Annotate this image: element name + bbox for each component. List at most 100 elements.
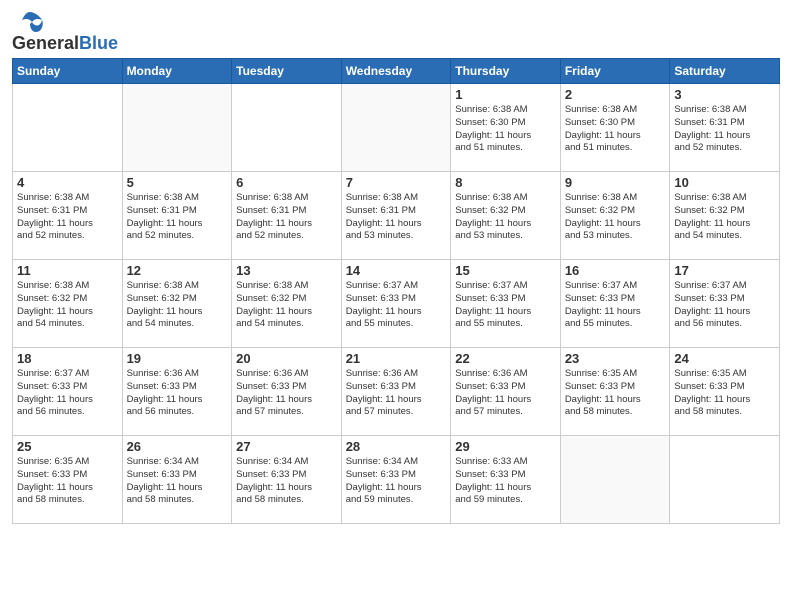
day-info: Sunrise: 6:38 AM Sunset: 6:31 PM Dayligh… xyxy=(17,192,118,243)
calendar-cell: 14 Sunrise: 6:37 AM Sunset: 6:33 PM Dayli… xyxy=(341,260,451,348)
day-info: Sunrise: 6:38 AM Sunset: 6:32 PM Dayligh… xyxy=(236,280,337,331)
week-row-1: 4 Sunrise: 6:38 AM Sunset: 6:31 PM Daylig… xyxy=(13,172,780,260)
day-number: 4 xyxy=(17,175,118,190)
calendar-cell: 6 Sunrise: 6:38 AM Sunset: 6:31 PM Daylig… xyxy=(232,172,342,260)
col-header-thursday: Thursday xyxy=(451,59,561,84)
day-number: 26 xyxy=(127,439,228,454)
day-info: Sunrise: 6:37 AM Sunset: 6:33 PM Dayligh… xyxy=(674,280,775,331)
calendar-cell xyxy=(560,436,670,524)
calendar-page: GeneralBlue SundayMondayTuesdayWednesday… xyxy=(0,0,792,612)
day-number: 23 xyxy=(565,351,666,366)
day-number: 28 xyxy=(346,439,447,454)
day-info: Sunrise: 6:37 AM Sunset: 6:33 PM Dayligh… xyxy=(346,280,447,331)
day-number: 16 xyxy=(565,263,666,278)
col-header-tuesday: Tuesday xyxy=(232,59,342,84)
day-number: 11 xyxy=(17,263,118,278)
calendar-cell: 23 Sunrise: 6:35 AM Sunset: 6:33 PM Dayli… xyxy=(560,348,670,436)
day-info: Sunrise: 6:38 AM Sunset: 6:32 PM Dayligh… xyxy=(455,192,556,243)
day-number: 3 xyxy=(674,87,775,102)
day-info: Sunrise: 6:38 AM Sunset: 6:32 PM Dayligh… xyxy=(17,280,118,331)
day-number: 6 xyxy=(236,175,337,190)
day-number: 17 xyxy=(674,263,775,278)
day-info: Sunrise: 6:38 AM Sunset: 6:31 PM Dayligh… xyxy=(236,192,337,243)
calendar-cell: 9 Sunrise: 6:38 AM Sunset: 6:32 PM Daylig… xyxy=(560,172,670,260)
col-header-saturday: Saturday xyxy=(670,59,780,84)
day-info: Sunrise: 6:37 AM Sunset: 6:33 PM Dayligh… xyxy=(565,280,666,331)
calendar-cell: 19 Sunrise: 6:36 AM Sunset: 6:33 PM Dayli… xyxy=(122,348,232,436)
calendar-cell: 8 Sunrise: 6:38 AM Sunset: 6:32 PM Daylig… xyxy=(451,172,561,260)
day-number: 13 xyxy=(236,263,337,278)
day-number: 19 xyxy=(127,351,228,366)
calendar-cell: 28 Sunrise: 6:34 AM Sunset: 6:33 PM Dayli… xyxy=(341,436,451,524)
day-info: Sunrise: 6:38 AM Sunset: 6:30 PM Dayligh… xyxy=(455,104,556,155)
calendar-cell: 11 Sunrise: 6:38 AM Sunset: 6:32 PM Dayli… xyxy=(13,260,123,348)
day-number: 22 xyxy=(455,351,556,366)
day-info: Sunrise: 6:38 AM Sunset: 6:31 PM Dayligh… xyxy=(674,104,775,155)
calendar-cell: 27 Sunrise: 6:34 AM Sunset: 6:33 PM Dayli… xyxy=(232,436,342,524)
day-number: 1 xyxy=(455,87,556,102)
calendar-cell: 7 Sunrise: 6:38 AM Sunset: 6:31 PM Daylig… xyxy=(341,172,451,260)
day-info: Sunrise: 6:37 AM Sunset: 6:33 PM Dayligh… xyxy=(455,280,556,331)
day-info: Sunrise: 6:38 AM Sunset: 6:32 PM Dayligh… xyxy=(127,280,228,331)
day-number: 20 xyxy=(236,351,337,366)
col-header-wednesday: Wednesday xyxy=(341,59,451,84)
day-info: Sunrise: 6:36 AM Sunset: 6:33 PM Dayligh… xyxy=(127,368,228,419)
day-info: Sunrise: 6:35 AM Sunset: 6:33 PM Dayligh… xyxy=(674,368,775,419)
day-number: 10 xyxy=(674,175,775,190)
day-number: 14 xyxy=(346,263,447,278)
day-number: 24 xyxy=(674,351,775,366)
logo-general-text: General xyxy=(12,33,79,53)
day-info: Sunrise: 6:33 AM Sunset: 6:33 PM Dayligh… xyxy=(455,456,556,507)
calendar-cell: 25 Sunrise: 6:35 AM Sunset: 6:33 PM Dayli… xyxy=(13,436,123,524)
day-info: Sunrise: 6:36 AM Sunset: 6:33 PM Dayligh… xyxy=(236,368,337,419)
header-row: SundayMondayTuesdayWednesdayThursdayFrid… xyxy=(13,59,780,84)
calendar-cell xyxy=(122,84,232,172)
day-info: Sunrise: 6:35 AM Sunset: 6:33 PM Dayligh… xyxy=(565,368,666,419)
calendar-cell: 4 Sunrise: 6:38 AM Sunset: 6:31 PM Daylig… xyxy=(13,172,123,260)
calendar-cell: 1 Sunrise: 6:38 AM Sunset: 6:30 PM Daylig… xyxy=(451,84,561,172)
day-info: Sunrise: 6:34 AM Sunset: 6:33 PM Dayligh… xyxy=(127,456,228,507)
day-info: Sunrise: 6:38 AM Sunset: 6:31 PM Dayligh… xyxy=(346,192,447,243)
week-row-3: 18Sunrise: 6:37 AM Sunset: 6:33 PM Dayli… xyxy=(13,348,780,436)
day-info: Sunrise: 6:38 AM Sunset: 6:32 PM Dayligh… xyxy=(565,192,666,243)
week-row-2: 11 Sunrise: 6:38 AM Sunset: 6:32 PM Dayli… xyxy=(13,260,780,348)
calendar-cell: 3 Sunrise: 6:38 AM Sunset: 6:31 PM Daylig… xyxy=(670,84,780,172)
calendar-cell: 12Sunrise: 6:38 AM Sunset: 6:32 PM Dayli… xyxy=(122,260,232,348)
calendar-cell: 21Sunrise: 6:36 AM Sunset: 6:33 PM Dayli… xyxy=(341,348,451,436)
calendar-cell: 18Sunrise: 6:37 AM Sunset: 6:33 PM Dayli… xyxy=(13,348,123,436)
calendar-cell xyxy=(341,84,451,172)
header: GeneralBlue xyxy=(12,10,780,52)
calendar-cell xyxy=(13,84,123,172)
calendar-cell: 13 Sunrise: 6:38 AM Sunset: 6:32 PM Dayli… xyxy=(232,260,342,348)
calendar-table: SundayMondayTuesdayWednesdayThursdayFrid… xyxy=(12,58,780,524)
day-info: Sunrise: 6:36 AM Sunset: 6:33 PM Dayligh… xyxy=(455,368,556,419)
day-info: Sunrise: 6:35 AM Sunset: 6:33 PM Dayligh… xyxy=(17,456,118,507)
calendar-cell: 22 Sunrise: 6:36 AM Sunset: 6:33 PM Dayli… xyxy=(451,348,561,436)
col-header-monday: Monday xyxy=(122,59,232,84)
calendar-cell xyxy=(670,436,780,524)
day-number: 9 xyxy=(565,175,666,190)
col-header-friday: Friday xyxy=(560,59,670,84)
day-number: 7 xyxy=(346,175,447,190)
day-info: Sunrise: 6:34 AM Sunset: 6:33 PM Dayligh… xyxy=(346,456,447,507)
day-number: 15 xyxy=(455,263,556,278)
calendar-cell: 29Sunrise: 6:33 AM Sunset: 6:33 PM Dayli… xyxy=(451,436,561,524)
day-info: Sunrise: 6:38 AM Sunset: 6:30 PM Dayligh… xyxy=(565,104,666,155)
calendar-cell: 2Sunrise: 6:38 AM Sunset: 6:30 PM Daylig… xyxy=(560,84,670,172)
logo: GeneralBlue xyxy=(12,10,118,52)
calendar-cell: 17 Sunrise: 6:37 AM Sunset: 6:33 PM Dayli… xyxy=(670,260,780,348)
calendar-cell: 16 Sunrise: 6:37 AM Sunset: 6:33 PM Dayli… xyxy=(560,260,670,348)
day-number: 27 xyxy=(236,439,337,454)
week-row-4: 25 Sunrise: 6:35 AM Sunset: 6:33 PM Dayli… xyxy=(13,436,780,524)
day-info: Sunrise: 6:38 AM Sunset: 6:31 PM Dayligh… xyxy=(127,192,228,243)
calendar-cell: 15 Sunrise: 6:37 AM Sunset: 6:33 PM Dayli… xyxy=(451,260,561,348)
logo-blue-text: Blue xyxy=(79,33,118,53)
day-info: Sunrise: 6:38 AM Sunset: 6:32 PM Dayligh… xyxy=(674,192,775,243)
calendar-cell: 5 Sunrise: 6:38 AM Sunset: 6:31 PM Daylig… xyxy=(122,172,232,260)
calendar-cell: 26 Sunrise: 6:34 AM Sunset: 6:33 PM Dayli… xyxy=(122,436,232,524)
day-info: Sunrise: 6:34 AM Sunset: 6:33 PM Dayligh… xyxy=(236,456,337,507)
week-row-0: 1 Sunrise: 6:38 AM Sunset: 6:30 PM Daylig… xyxy=(13,84,780,172)
day-number: 25 xyxy=(17,439,118,454)
day-number: 5 xyxy=(127,175,228,190)
day-number: 8 xyxy=(455,175,556,190)
